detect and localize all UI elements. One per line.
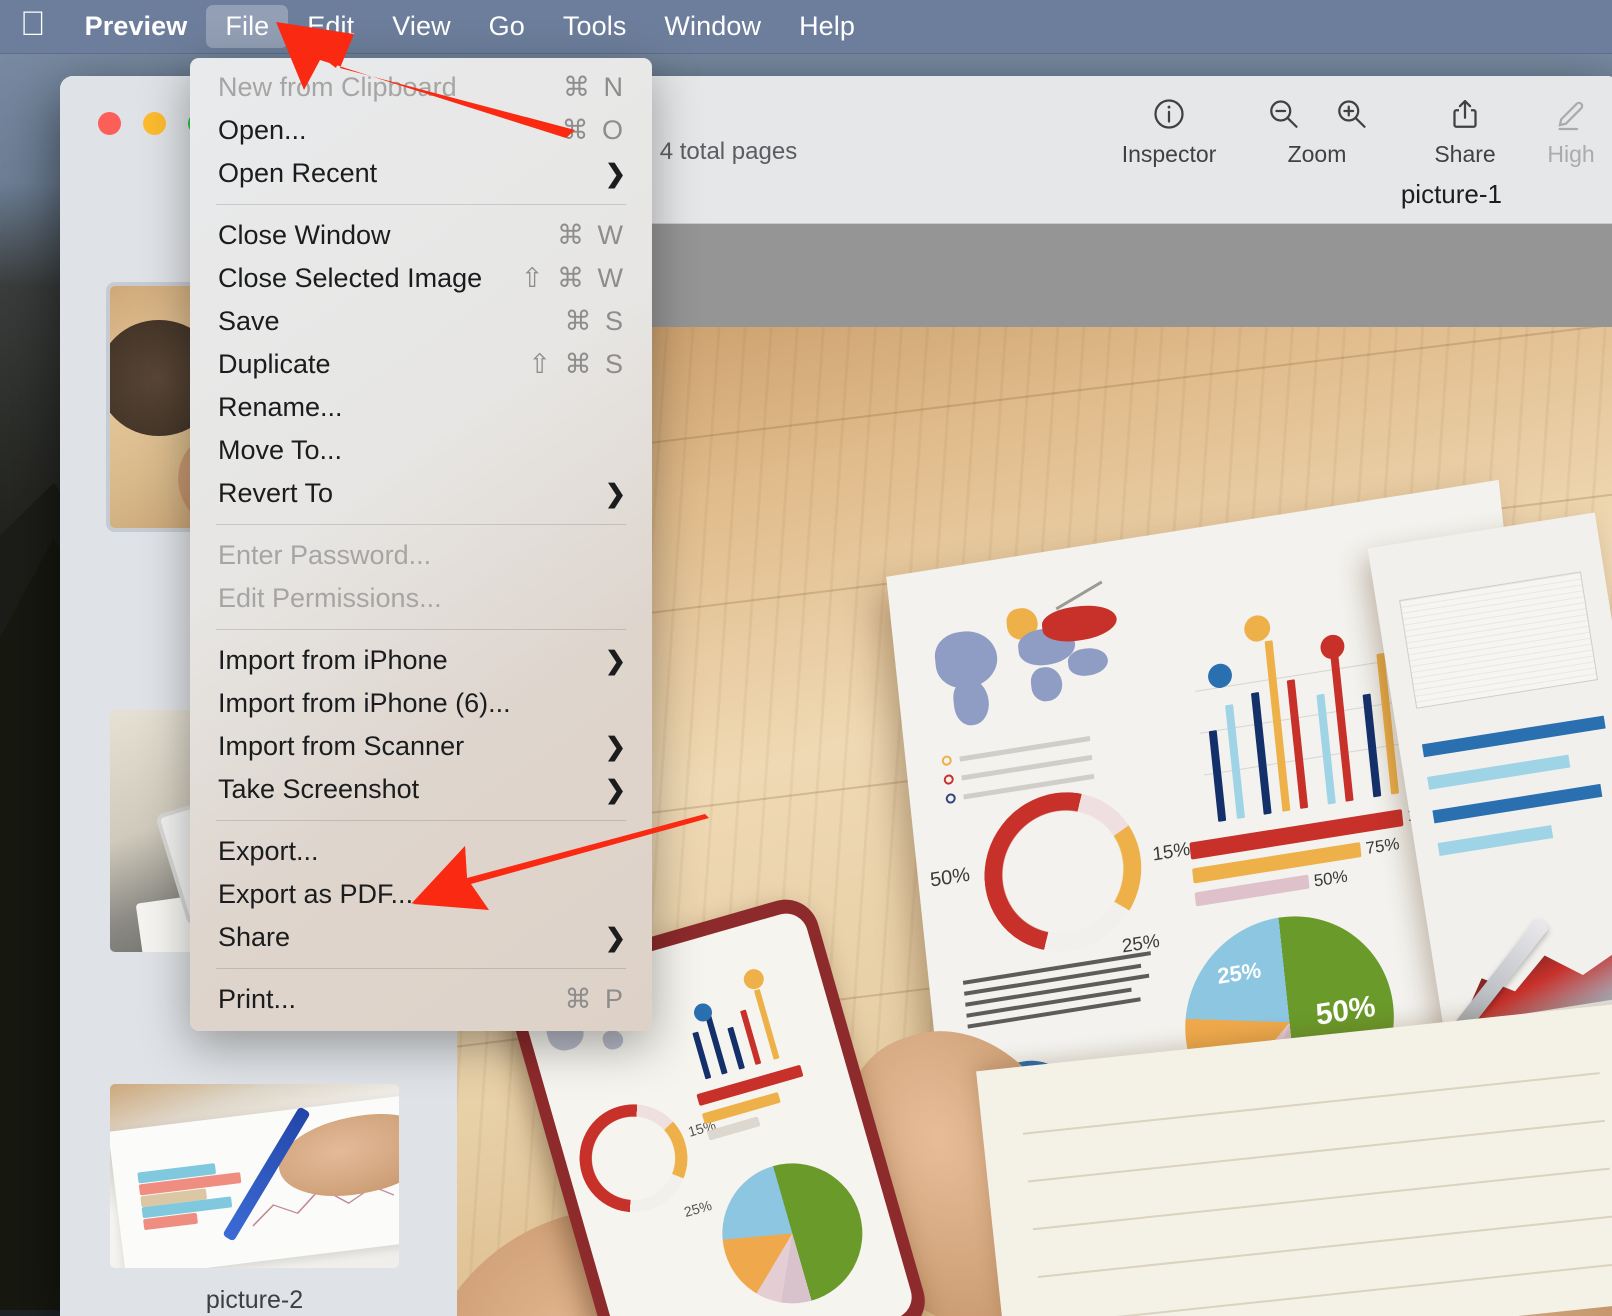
chevron-right-icon: ❯ (605, 159, 626, 189)
menu-item-take-screenshot[interactable]: Take Screenshot ❯ (190, 768, 652, 811)
menu-item-shortcut: ⇧ ⌘ W (521, 263, 626, 294)
menu-item-close-window[interactable]: Close Window ⌘ W (190, 214, 652, 257)
menu-item-move-to[interactable]: Move To... (190, 429, 652, 472)
menu-item-label: Rename... (218, 392, 343, 423)
chevron-right-icon: ❯ (605, 646, 626, 676)
world-map-chart (926, 577, 1156, 731)
menu-item-label: Close Selected Image (218, 263, 482, 294)
menu-window[interactable]: Window (645, 5, 780, 48)
menu-item-label: Close Window (218, 220, 391, 251)
phone-pie-chart (706, 1147, 879, 1316)
menu-item-label: Import from iPhone (218, 645, 448, 676)
menu-item-label: Save (218, 306, 280, 337)
inspector-button[interactable]: Inspector (1106, 86, 1232, 168)
macos-menubar[interactable]:  Preview File Edit View Go Tools Window… (0, 0, 1612, 54)
zoom-out-icon[interactable] (1265, 96, 1301, 132)
donut-label-15: 15% (1151, 839, 1191, 867)
chevron-right-icon: ❯ (605, 732, 626, 762)
menu-item-save[interactable]: Save ⌘ S (190, 300, 652, 343)
zoom-label: Zoom (1288, 141, 1347, 168)
toolbar: Inspector Zoom (1106, 86, 1612, 168)
share-button[interactable]: Share (1402, 86, 1528, 168)
apple-logo-icon[interactable]:  (6, 7, 66, 47)
menu-item-label: Export... (218, 836, 319, 867)
bar-label-75: 75% (1365, 834, 1401, 859)
menu-item-import-from-iphone-6[interactable]: Import from iPhone (6)... (190, 682, 652, 725)
menu-item-shortcut: ⌘ P (564, 984, 626, 1015)
menu-item-label: Take Screenshot (218, 774, 419, 805)
zoom-in-icon[interactable] (1333, 96, 1369, 132)
menu-item-label: Import from iPhone (6)... (218, 688, 511, 719)
inspector-label: Inspector (1122, 141, 1217, 168)
phone-label-25: 25% (682, 1197, 713, 1220)
menu-item-shortcut: ⌘ S (564, 306, 626, 337)
thumbnail-image (110, 1084, 399, 1268)
highlight-pen-icon (1553, 96, 1589, 132)
menu-item-label: Open Recent (218, 158, 377, 189)
menu-item-close-selected-image[interactable]: Close Selected Image ⇧ ⌘ W (190, 257, 652, 300)
donut-label-50: 50% (929, 863, 971, 892)
menu-item-open-recent[interactable]: Open Recent ❯ (190, 152, 652, 195)
chevron-right-icon: ❯ (605, 775, 626, 805)
bar-label-50: 50% (1313, 866, 1349, 891)
highlight-label: High (1547, 141, 1594, 168)
menu-item-label: Export as PDF... (218, 879, 413, 910)
arrow-pointing-to-export-as-pdf (405, 812, 715, 932)
menu-item-label: Enter Password... (218, 540, 431, 571)
menu-item-label: Revert To (218, 478, 333, 509)
menu-separator (216, 629, 626, 630)
close-button[interactable] (98, 112, 121, 135)
current-file-name: picture-1 (1401, 179, 1502, 210)
body-text-block (962, 944, 1156, 1035)
thumbnail-label: picture-2 (206, 1286, 303, 1315)
share-icon (1447, 96, 1483, 132)
menu-item-duplicate[interactable]: Duplicate ⇧ ⌘ S (190, 343, 652, 386)
menu-item-rename[interactable]: Rename... (190, 386, 652, 429)
phone-column-chart (677, 972, 812, 1081)
zoom-button-group[interactable]: Zoom (1232, 86, 1402, 168)
menu-item-import-from-scanner[interactable]: Import from Scanner ❯ (190, 725, 652, 768)
menu-item-print[interactable]: Print... ⌘ P (190, 978, 652, 1021)
menu-item-label: Move To... (218, 435, 342, 466)
menu-item-label: Import from Scanner (218, 731, 464, 762)
minimize-button[interactable] (143, 112, 166, 135)
phone-donut-chart (567, 1091, 701, 1225)
menu-help[interactable]: Help (780, 5, 874, 48)
menu-item-label: Print... (218, 984, 296, 1015)
menu-item-shortcut: ⌘ W (557, 220, 626, 251)
menu-item-label: Share (218, 922, 290, 953)
bar-chart-horizontal: 100% 75% 50% (1189, 802, 1445, 931)
info-circle-icon (1151, 96, 1187, 132)
list-item[interactable]: picture-2 (106, 1080, 403, 1315)
menu-item-label: Duplicate (218, 349, 331, 380)
menu-separator (216, 204, 626, 205)
menu-item-shortcut: ⇧ ⌘ S (528, 349, 626, 380)
menu-separator (216, 524, 626, 525)
menu-item-label: Edit Permissions... (218, 583, 442, 614)
highlight-button[interactable]: High (1528, 86, 1612, 168)
menu-separator (216, 968, 626, 969)
arrow-pointing-to-file-menu (270, 20, 580, 140)
menu-item-enter-password: Enter Password... (190, 534, 652, 577)
chevron-right-icon: ❯ (605, 479, 626, 509)
menu-item-revert-to[interactable]: Revert To ❯ (190, 472, 652, 515)
menu-item-edit-permissions: Edit Permissions... (190, 577, 652, 620)
menu-preview[interactable]: Preview (66, 5, 207, 48)
share-label: Share (1434, 141, 1495, 168)
thumbnail-picture-2[interactable] (106, 1080, 403, 1272)
menu-item-import-from-iphone[interactable]: Import from iPhone ❯ (190, 639, 652, 682)
